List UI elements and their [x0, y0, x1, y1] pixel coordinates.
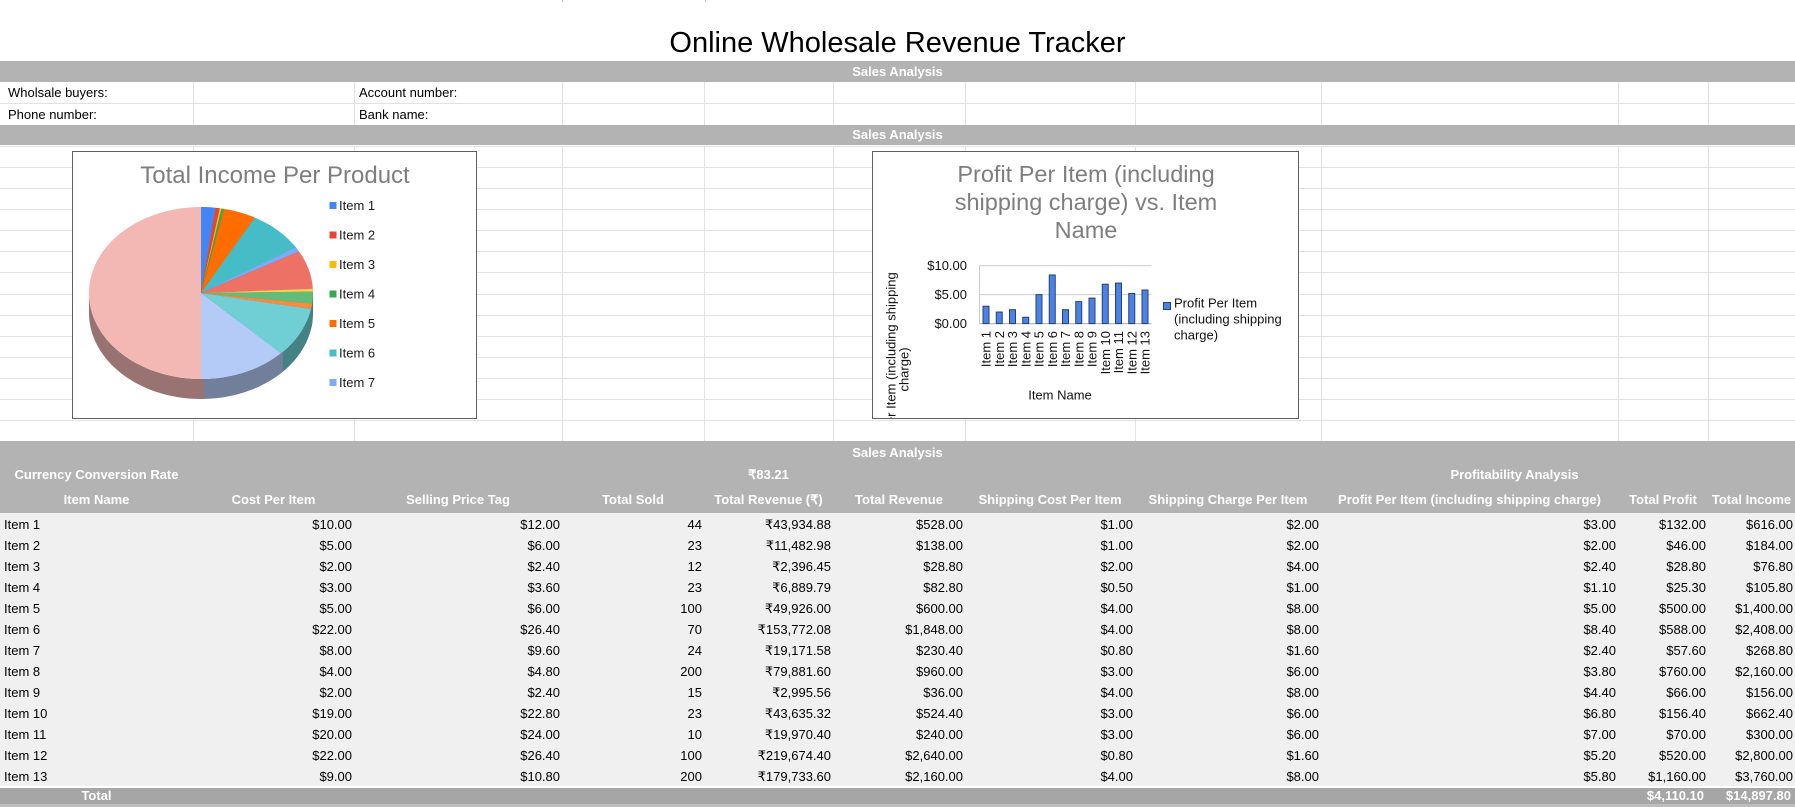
svg-text:Item 13: Item 13: [1138, 331, 1153, 374]
svg-text:Total Income Per Product: Total Income Per Product: [140, 162, 410, 189]
svg-text:Item 7: Item 7: [339, 375, 375, 390]
svg-text:$5.00: $5.00: [934, 287, 967, 302]
svg-text:charge): charge): [1174, 328, 1218, 343]
svg-text:Profit Per Item: Profit Per Item: [1174, 296, 1257, 311]
svg-text:Item 1: Item 1: [339, 198, 375, 213]
svg-text:Item 3: Item 3: [339, 257, 375, 272]
svg-text:(including shipping: (including shipping: [1174, 312, 1282, 327]
svg-text:Item 5: Item 5: [339, 316, 375, 331]
svg-text:Item 4: Item 4: [339, 287, 375, 302]
svg-text:charge): charge): [897, 347, 912, 391]
svg-text:$0.00: $0.00: [934, 316, 967, 331]
svg-text:Profit Per Item (including: Profit Per Item (including: [957, 161, 1214, 187]
svg-text:Profit Per Item (including shi: Profit Per Item (including shipping: [884, 272, 899, 419]
svg-text:Item 2: Item 2: [339, 228, 375, 243]
svg-text:$10.00: $10.00: [927, 258, 967, 273]
svg-text:Item Name: Item Name: [1028, 388, 1092, 403]
svg-text:Item 6: Item 6: [339, 346, 375, 361]
svg-text:Name: Name: [1055, 217, 1118, 243]
svg-text:shipping charge) vs. Item: shipping charge) vs. Item: [955, 189, 1218, 215]
